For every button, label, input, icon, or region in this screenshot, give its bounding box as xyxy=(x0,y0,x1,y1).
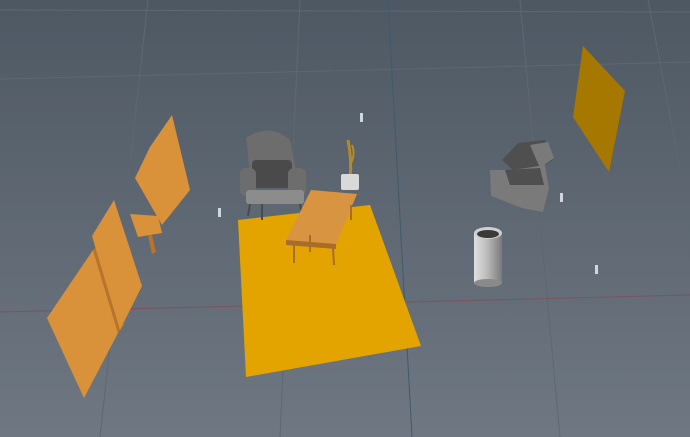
trash-can-base xyxy=(474,279,502,287)
locator-marker[interactable] xyxy=(560,193,563,202)
trash-can-opening xyxy=(477,230,499,238)
scene-canvas[interactable] xyxy=(0,0,690,437)
coffee-table-leg xyxy=(332,247,335,266)
3d-viewport[interactable] xyxy=(0,0,690,437)
sofa-seat xyxy=(505,168,544,185)
plant-pot xyxy=(341,174,359,190)
trash-can-mesh[interactable] xyxy=(474,227,502,287)
locator-marker[interactable] xyxy=(218,208,221,217)
armchair-cushion xyxy=(252,160,292,188)
trash-can-body xyxy=(474,233,502,283)
locator-marker[interactable] xyxy=(595,265,598,274)
armchair-seat xyxy=(246,190,304,204)
locator-marker[interactable] xyxy=(360,113,363,122)
